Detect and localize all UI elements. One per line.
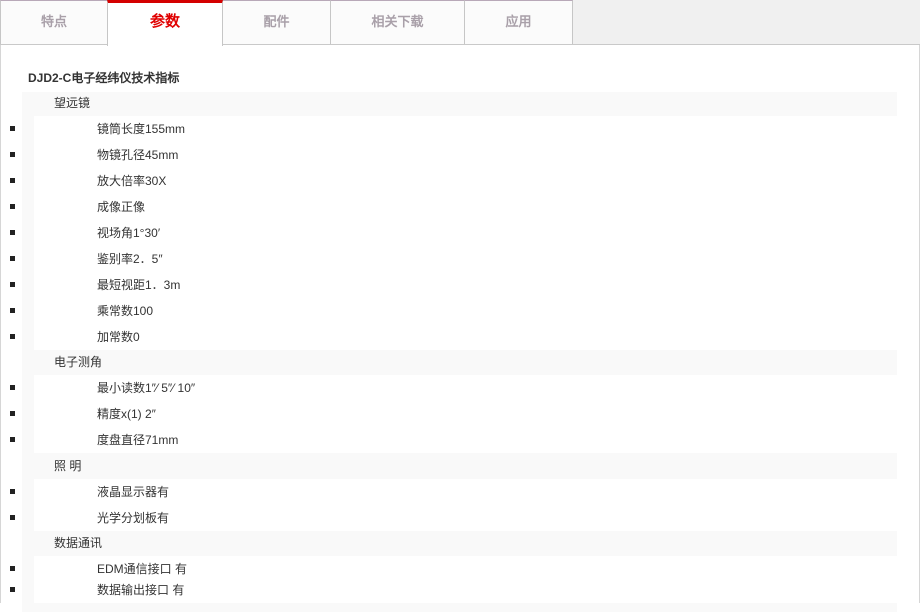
list-item: 放大倍率30X [1,168,919,194]
list-item-label: 精度x(1) 2″ [97,407,156,421]
tab-parameters[interactable]: 参数 [107,0,223,46]
list-item-label: 度盘直径71mm [97,433,179,447]
bullet-icon [10,566,15,571]
bullet-icon [10,282,15,287]
bullet-icon [10,385,15,390]
list-item: 鉴别率2．5″ [1,246,919,272]
list-item: 光学分划板有 [1,505,919,531]
section-heading: 电子测角 [1,349,919,375]
list-item: 精度x(1) 2″ [1,401,919,427]
section-heading-label: 照 明 [54,459,82,473]
list-item-label: 最短视距1．3m [97,278,181,292]
bullet-icon [10,334,15,339]
bullet-icon [10,515,15,520]
list-item: 成像正像 [1,194,919,220]
list-item: 度盘直径71mm [1,427,919,453]
list-item: 物镜孔径45mm [1,142,919,168]
list-item-label: 成像正像 [97,200,146,214]
list-item: 液晶显示器有 [1,479,919,505]
list-item: 乘常数100 [1,298,919,324]
list-item-label: 液晶显示器有 [97,485,170,499]
list-item-label: 鉴别率2．5″ [97,252,163,266]
bullet-icon [10,204,15,209]
section-heading-label: 电子测角 [54,355,103,369]
list-item-label: 放大倍率30X [97,174,167,188]
tab-downloads[interactable]: 相关下载 [330,0,465,44]
bullet-icon [10,152,15,157]
list-item-label: 视场角1°30′ [97,226,161,240]
section-heading: 数据通讯 [1,530,919,556]
list-item: 镜筒长度155mm [1,116,919,142]
bullet-icon [10,230,15,235]
section-heading-label: 数据通讯 [54,536,103,550]
bullet-icon [10,126,15,131]
page-title: DJD2-C电子经纬仪技术指标 [28,71,180,85]
bullet-icon [10,178,15,183]
section-heading: 照 明 [1,453,919,479]
list-item-label: 最小读数1″⁄ 5″⁄ 10″ [97,381,196,395]
bullet-icon [10,489,15,494]
bullet-icon [10,256,15,261]
section-heading: 望远镜 [1,90,919,116]
list-item-label: 物镜孔径45mm [97,148,179,162]
bullet-icon [10,587,15,592]
tab-features[interactable]: 特点 [0,0,108,44]
list-item-label: 乘常数100 [97,304,154,318]
spec-content: DJD2-C电子经纬仪技术指标 望远镜 镜筒长度155mm 物镜孔径45mm 放… [0,45,920,612]
list-item: 最短视距1．3m [1,272,919,298]
bullet-icon [10,437,15,442]
tab-accessories[interactable]: 配件 [222,0,331,44]
list-item-label: 光学分划板有 [97,511,170,525]
list-item-label: 数据输出接口 有 [97,583,185,597]
list-item-label: 加常数0 [97,330,140,344]
list-item: 最小读数1″⁄ 5″⁄ 10″ [1,375,919,401]
section-heading-label: 望远镜 [54,96,91,110]
tab-bar: 特点 参数 配件 相关下载 应用 [0,0,920,46]
list-item: 数据输出接口 有 [1,577,919,603]
list-item-label: 镜筒长度155mm [97,122,186,136]
bullet-icon [10,308,15,313]
tab-applications[interactable]: 应用 [464,0,573,44]
bullet-icon [10,411,15,416]
list-item: 加常数0 [1,324,919,350]
list-item: 视场角1°30′ [1,220,919,246]
